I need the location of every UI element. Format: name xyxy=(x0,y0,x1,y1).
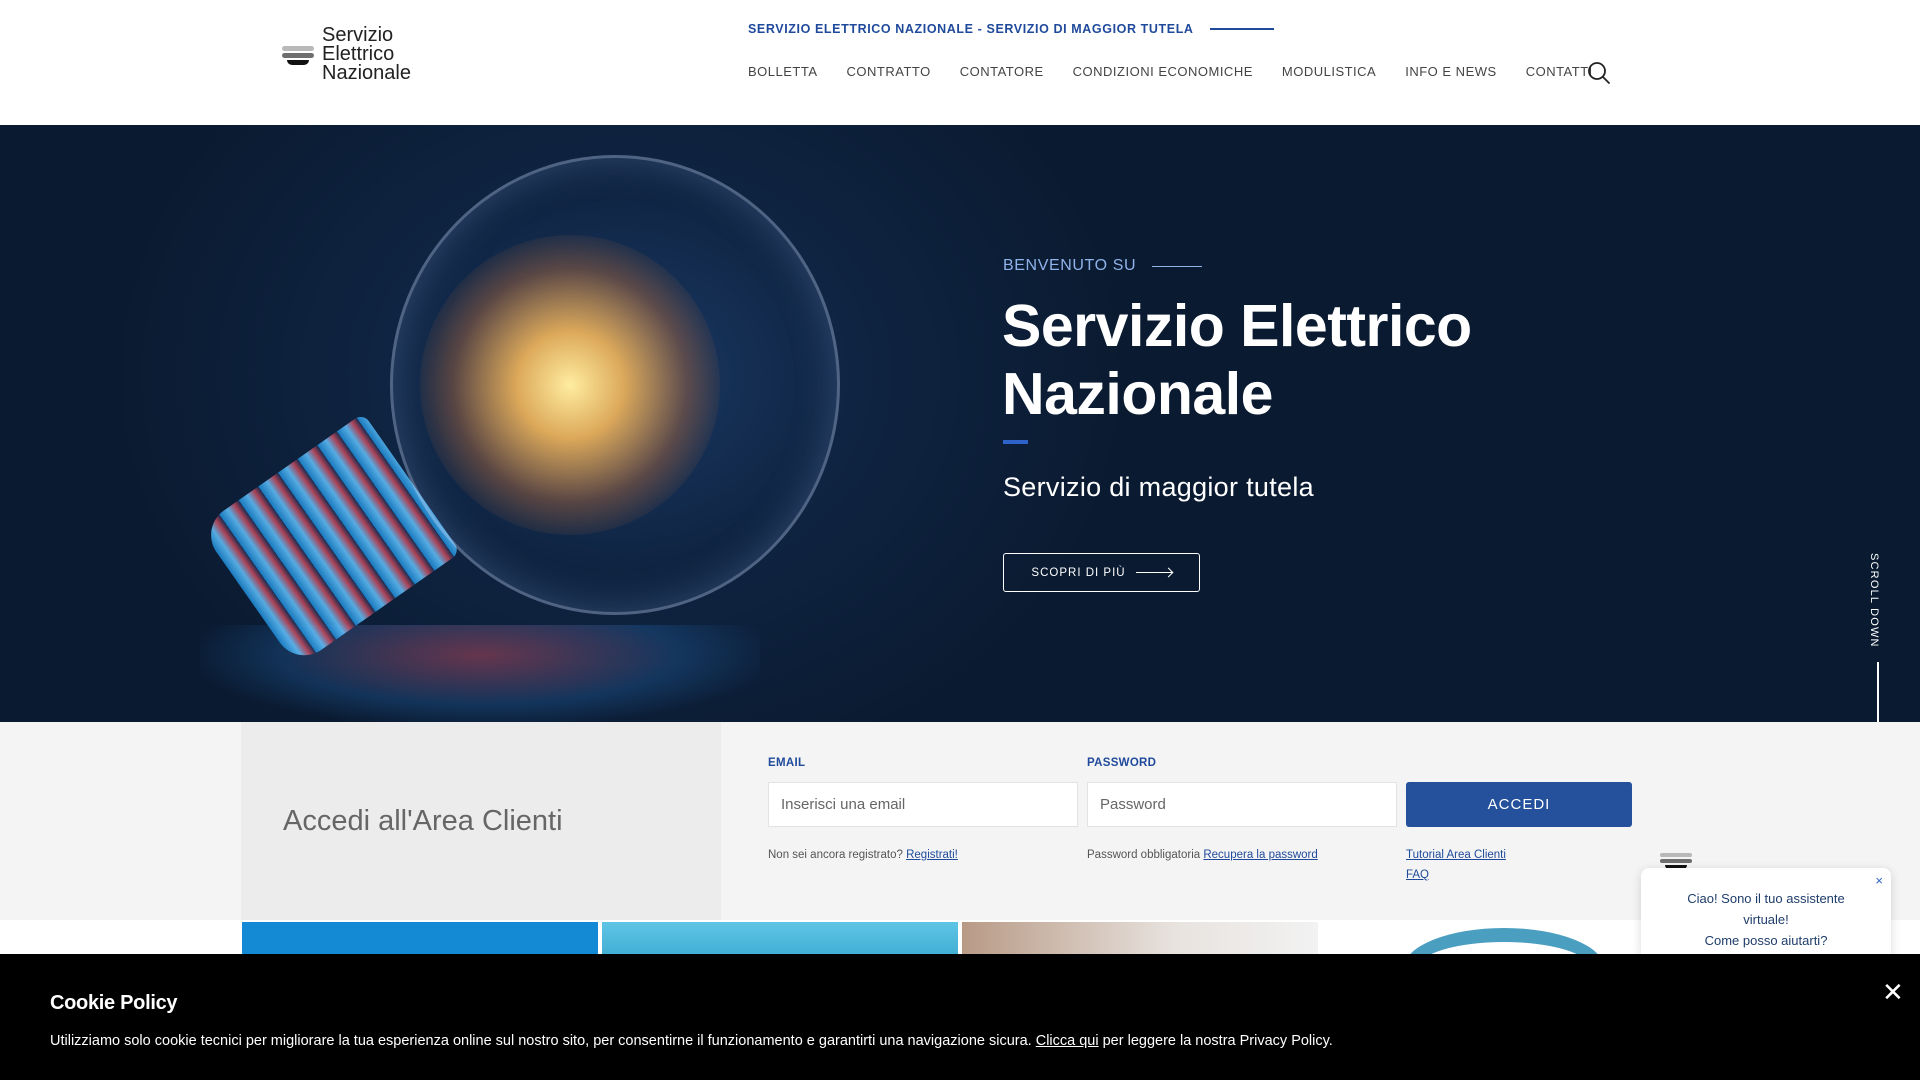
logo-icon xyxy=(282,41,316,69)
discover-more-label: SCOPRI DI PIÙ xyxy=(1031,566,1126,579)
password-input[interactable] xyxy=(1087,782,1397,827)
nav-item-contatti[interactable]: CONTATTI xyxy=(1526,64,1593,79)
nav-item-contatore[interactable]: CONTATORE xyxy=(960,64,1044,79)
nav-item-condizioni-economiche[interactable]: CONDIZIONI ECONOMICHE xyxy=(1073,64,1253,79)
tagline-text: SERVIZIO ELETTRICO NAZIONALE - SERVIZIO … xyxy=(748,22,1194,36)
lightbulb-glow-image xyxy=(420,235,720,535)
discover-more-button[interactable]: SCOPRI DI PIÙ xyxy=(1003,553,1200,592)
email-label: EMAIL xyxy=(768,757,806,769)
nav-item-contratto[interactable]: CONTRATTO xyxy=(847,64,931,79)
chatbot-bubble[interactable]: × Ciao! Sono il tuo assistente virtuale!… xyxy=(1641,868,1891,958)
cookie-privacy-link[interactable]: Clicca qui xyxy=(1036,1033,1099,1049)
tutorial-link[interactable]: Tutorial Area Clienti xyxy=(1406,849,1506,861)
arrow-right-icon xyxy=(1135,572,1172,573)
scroll-down-label[interactable]: SCROLL DOWN xyxy=(1868,553,1880,648)
site-logo[interactable]: Servizio Elettrico Nazionale xyxy=(282,25,411,84)
register-prompt-text: Non sei ancora registrato? xyxy=(768,849,903,861)
chat-message: Ciao! Sono il tuo assistente virtuale! C… xyxy=(1641,888,1891,951)
site-tagline: SERVIZIO ELETTRICO NAZIONALE - SERVIZIO … xyxy=(748,22,1274,36)
main-nav: BOLLETTA CONTRATTO CONTATORE CONDIZIONI … xyxy=(748,64,1593,79)
hero-title: Servizio Elettrico Nazionale xyxy=(1002,292,1642,428)
chat-message-line-3: Come posso aiutarti? xyxy=(1704,933,1828,948)
hero-subtitle: Servizio di maggior tutela xyxy=(1003,472,1314,502)
cookie-title: Cookie Policy xyxy=(50,992,178,1014)
cookie-text-end: per leggere la nostra Privacy Policy. xyxy=(1102,1033,1333,1049)
logo-text: Servizio Elettrico Nazionale xyxy=(322,25,411,84)
cookie-text: Utilizziamo solo cookie tecnici per migl… xyxy=(50,1033,1333,1049)
nav-item-modulistica[interactable]: MODULISTICA xyxy=(1282,64,1376,79)
hero-title-line-2: Nazionale xyxy=(1002,361,1273,427)
hero-eyebrow-text: BENVENUTO SU xyxy=(1003,257,1137,274)
close-icon[interactable]: ✕ xyxy=(1882,979,1904,1005)
faq-link[interactable]: FAQ xyxy=(1406,869,1429,881)
logo-line-3: Nazionale xyxy=(322,62,411,84)
password-label: PASSWORD xyxy=(1087,757,1157,769)
login-button[interactable]: ACCEDI xyxy=(1406,782,1632,827)
recover-password-link[interactable]: Recupera la password xyxy=(1203,849,1317,861)
site-header: Servizio Elettrico Nazionale SERVIZIO EL… xyxy=(0,0,1920,125)
password-note-text: Password obbligatoria xyxy=(1087,849,1201,861)
chat-message-line-2: virtuale! xyxy=(1743,912,1789,927)
hero-title-line-1: Servizio Elettrico xyxy=(1002,293,1472,359)
search-icon[interactable] xyxy=(1586,60,1612,86)
nav-item-info-e-news[interactable]: INFO E NEWS xyxy=(1405,64,1496,79)
email-input[interactable] xyxy=(768,782,1078,827)
cookie-text-main: Utilizziamo solo cookie tecnici per migl… xyxy=(50,1033,1032,1049)
hero-eyebrow-line xyxy=(1152,265,1203,267)
hero-accent-bar xyxy=(1003,440,1028,444)
hero-eyebrow: BENVENUTO SU xyxy=(1003,257,1203,275)
scroll-down-line xyxy=(1877,662,1879,722)
password-note: Password obbligatoria Recupera la passwo… xyxy=(1087,849,1318,861)
login-heading: Accedi all'Area Clienti xyxy=(283,805,563,837)
nav-item-bolletta[interactable]: BOLLETTA xyxy=(748,64,818,79)
register-prompt: Non sei ancora registrato? Registrati! xyxy=(768,849,958,861)
register-link[interactable]: Registrati! xyxy=(906,849,958,861)
tagline-underline xyxy=(1209,28,1274,30)
cookie-banner: Cookie Policy Utilizziamo solo cookie te… xyxy=(0,954,1920,1080)
chat-message-line-1: Ciao! Sono il tuo assistente xyxy=(1687,891,1845,906)
chat-close-icon[interactable]: × xyxy=(1875,873,1883,888)
